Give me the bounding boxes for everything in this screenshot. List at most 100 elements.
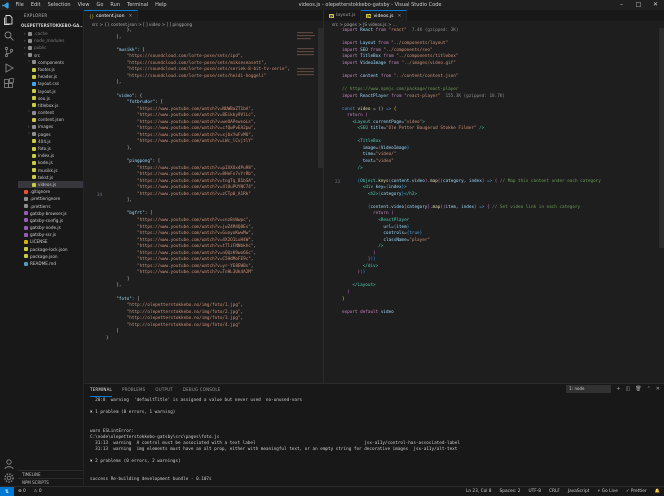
close-tab-icon[interactable]: ✕ xyxy=(398,11,402,22)
timeline-section[interactable]: TIMELINE xyxy=(18,470,83,478)
close-button[interactable]: ✕ xyxy=(647,0,664,10)
tree-item[interactable]: layout.js xyxy=(18,88,83,95)
tab-problems[interactable]: PROBLEMS xyxy=(122,384,145,396)
run-debug-icon[interactable] xyxy=(3,62,15,74)
chevron-up-icon[interactable]: ⌃ xyxy=(647,386,651,392)
menu-item-view[interactable]: View xyxy=(74,0,93,10)
tree-item[interactable]: tekst.js xyxy=(18,174,83,181)
tree-item[interactable]: ˅ components xyxy=(18,59,83,66)
account-icon[interactable] xyxy=(3,458,15,470)
tree-item[interactable]: seo.js xyxy=(18,95,83,102)
menu-item-selection[interactable]: Selection xyxy=(44,0,74,10)
explorer-icon[interactable] xyxy=(3,14,15,26)
tree-item[interactable]: layout.css xyxy=(18,80,83,87)
tree-item[interactable]: package.json xyxy=(18,253,83,260)
errors-count[interactable]: ⊗ 0 xyxy=(14,487,30,496)
extensions-icon[interactable] xyxy=(3,77,15,90)
project-folder[interactable]: OLEPETTERSTOKKEBO-GA... xyxy=(18,22,83,30)
menu-item-terminal[interactable]: Terminal xyxy=(124,0,152,10)
minimap[interactable] xyxy=(295,28,317,148)
tree-item[interactable]: ˅ pages xyxy=(18,131,83,138)
code-line: ], xyxy=(106,198,132,204)
status-item[interactable]: JavaScript xyxy=(564,487,594,496)
tree-item[interactable]: index.js xyxy=(18,152,83,159)
tree-item[interactable]: › node_modules xyxy=(18,37,83,44)
remote-indicator-icon[interactable]: ⇅ xyxy=(0,486,14,496)
vertical-scrollbar[interactable] xyxy=(318,28,323,168)
tree-item[interactable]: content.json xyxy=(18,116,83,123)
tab-output[interactable]: OUTPUT xyxy=(155,384,173,396)
tree-item[interactable]: .prettierrc xyxy=(18,203,83,210)
tree-item[interactable]: gatsby-config.js xyxy=(18,217,83,224)
tree-item[interactable]: ˅ src xyxy=(18,52,83,59)
code-line: "https://soundcloud.com/lorte-pose/sets/… xyxy=(106,67,290,73)
tree-item-label: src xyxy=(34,52,41,58)
tree-item[interactable]: gatsby-ssr.js xyxy=(18,231,83,238)
tab-videos-js[interactable]: JS videos.js ✕ xyxy=(361,10,408,22)
tab-debug-console[interactable]: DEBUG CONSOLE xyxy=(183,384,221,396)
status-item[interactable]: Spaces: 2 xyxy=(496,487,525,496)
add-terminal-icon[interactable]: + xyxy=(616,386,620,392)
tab-label: videos.js xyxy=(373,13,394,19)
tab-layout-js[interactable]: JS layout.js xyxy=(324,10,362,21)
manage-gear-icon[interactable] xyxy=(3,472,15,484)
tree-item-label: musikk.js xyxy=(38,167,58,173)
code-token: } xyxy=(406,224,410,230)
menu-item-go[interactable]: Go xyxy=(93,0,107,10)
tree-item[interactable]: README.md xyxy=(18,260,83,267)
code-token: , xyxy=(250,263,254,269)
split-terminal-icon[interactable]: ◫ xyxy=(626,386,631,392)
tab-content-json[interactable]: {} content.json ✕ xyxy=(84,10,139,22)
status-right: Ln 23, Col 8 Spaces: 2 UTF-8 CRLF JavaScript… xyxy=(462,487,664,496)
status-item[interactable]: CRLF xyxy=(545,487,564,496)
status-item[interactable]: Ln 23, Col 8 xyxy=(462,487,496,496)
status-item[interactable]: ⚡ Go Live xyxy=(593,487,621,496)
tree-item[interactable]: package-lock.json xyxy=(18,246,83,253)
tree-item-label: layout.css xyxy=(38,81,60,87)
tree-item-label: content.json xyxy=(38,117,64,123)
menu-item-run[interactable]: Run xyxy=(107,0,124,10)
tree-item[interactable]: › images xyxy=(18,123,83,130)
tree-item[interactable]: › public xyxy=(18,44,83,51)
status-item[interactable]: 🔔 xyxy=(651,487,664,496)
breadcrumb[interactable]: src > {} content.json > [ ] video > [ ] … xyxy=(84,21,323,28)
status-item[interactable]: UTF-8 xyxy=(524,487,545,496)
tree-item[interactable]: ˅ content xyxy=(18,109,83,116)
menu-item-file[interactable]: File xyxy=(12,0,27,10)
close-tab-icon[interactable]: ✕ xyxy=(129,11,133,22)
tree-item[interactable]: musikk.js xyxy=(18,167,83,174)
terminal-select[interactable]: 1: node xyxy=(566,385,612,393)
tree-item[interactable]: kode.js xyxy=(18,159,83,166)
tree-item[interactable]: .gitignore xyxy=(18,188,83,195)
tree-item[interactable]: titlebox.js xyxy=(18,102,83,109)
tree-item[interactable]: gatsby-browser.js xyxy=(18,210,83,217)
warnings-count[interactable]: ⚠ 0 xyxy=(30,487,46,496)
tree-item[interactable]: videos.js xyxy=(18,180,83,189)
trash-icon[interactable]: 🗑 xyxy=(635,386,641,392)
tree-item[interactable]: footer.js xyxy=(18,66,83,73)
code-line: return ( xyxy=(342,113,368,119)
vertical-scrollbar[interactable] xyxy=(659,28,664,248)
minimize-button[interactable]: – xyxy=(613,0,630,10)
status-item[interactable]: ✓ Prettier xyxy=(622,487,651,496)
tree-item[interactable]: › .cache xyxy=(18,30,83,37)
breadcrumb[interactable]: src > pages > JS videos.js > ... xyxy=(324,21,664,28)
code-token: ) xyxy=(347,290,350,295)
tree-item[interactable]: header.js xyxy=(18,73,83,80)
tree-item[interactable]: LICENSE xyxy=(18,238,83,245)
code-token: <Layout xyxy=(352,119,374,125)
menu-item-edit[interactable]: Edit xyxy=(27,0,44,10)
tree-item[interactable]: 404.js xyxy=(18,138,83,145)
tab-terminal[interactable]: TERMINAL xyxy=(90,384,112,397)
search-icon[interactable] xyxy=(3,30,15,42)
menu-item-help[interactable]: Help xyxy=(152,0,170,10)
code-token: , xyxy=(253,172,257,178)
close-panel-icon[interactable]: ✕ xyxy=(656,386,660,392)
tree-item[interactable]: gatsby-node.js xyxy=(18,224,83,231)
maximize-button[interactable]: □ xyxy=(630,0,647,10)
tree-item[interactable]: foto.js xyxy=(18,145,83,152)
source-control-icon[interactable] xyxy=(3,46,15,58)
tree-item[interactable]: .prettierignore xyxy=(18,195,83,202)
npm-scripts-section[interactable]: NPM SCRIPTS xyxy=(18,478,83,486)
code-token: Layout xyxy=(360,41,379,47)
